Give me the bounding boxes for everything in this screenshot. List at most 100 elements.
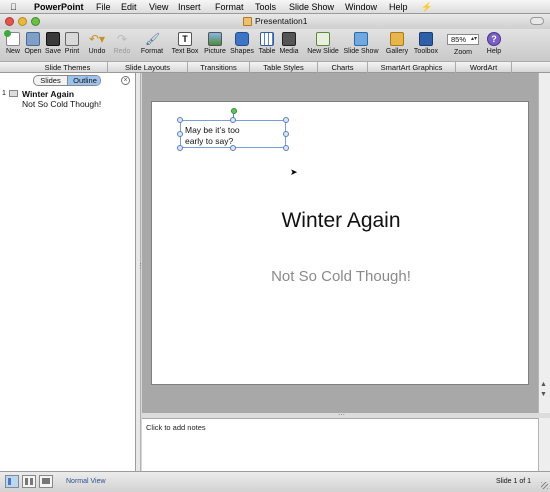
- menu-app-name[interactable]: PowerPoint: [34, 1, 84, 13]
- zoom-icon: ▴▾: [471, 36, 478, 42]
- undo-label: Undo: [88, 48, 106, 55]
- tab-slide-themes[interactable]: Slide Themes: [28, 62, 108, 73]
- zoom-control[interactable]: 85% ▴▾ Zoom: [447, 29, 479, 61]
- tab-slide-layouts[interactable]: Slide Layouts: [108, 62, 188, 73]
- redo-label: Redo: [113, 48, 131, 55]
- resize-handle-b[interactable]: [230, 145, 236, 151]
- standard-toolbar: New Open Save Print ↶▾ Undo ↷ Redo 🖌 For…: [0, 29, 550, 61]
- help-button[interactable]: ? Help: [483, 29, 505, 61]
- selected-text-box[interactable]: May be it’s too early to say?: [177, 108, 289, 151]
- tab-transitions[interactable]: Transitions: [188, 62, 250, 73]
- gallery-label: Gallery: [385, 48, 409, 55]
- tab-charts[interactable]: Charts: [318, 62, 368, 73]
- print-icon: [65, 32, 79, 46]
- slide-subtitle[interactable]: Not So Cold Though!: [152, 267, 530, 287]
- tab-slides[interactable]: Slides: [34, 76, 68, 85]
- redo-button[interactable]: ↷ Redo: [111, 29, 133, 61]
- status-bar: Normal View Slide 1 of 1: [0, 471, 550, 492]
- menu-view[interactable]: View: [149, 1, 168, 13]
- menu-format[interactable]: Format: [215, 1, 244, 13]
- outline-slide-subtitle[interactable]: Not So Cold Though!: [22, 99, 101, 109]
- save-button[interactable]: Save: [43, 29, 63, 61]
- resize-handle-bl[interactable]: [177, 145, 183, 151]
- picture-icon: [208, 32, 222, 46]
- menu-tools[interactable]: Tools: [255, 1, 276, 13]
- resize-handle-tr[interactable]: [283, 117, 289, 123]
- scroll-down-icon[interactable]: ▼: [540, 391, 547, 399]
- menu-bar:  PowerPoint File Edit View Insert Forma…: [0, 0, 550, 14]
- gallery-button[interactable]: Gallery: [384, 29, 410, 61]
- outline-slide-icon[interactable]: [9, 90, 18, 97]
- picture-button[interactable]: Picture: [202, 29, 228, 61]
- text-box-button[interactable]: T Text Box: [169, 29, 201, 61]
- resize-handle-br[interactable]: [283, 145, 289, 151]
- help-label: Help: [486, 48, 502, 55]
- close-window-button[interactable]: [5, 17, 14, 26]
- tab-wordart[interactable]: WordArt: [456, 62, 512, 73]
- help-icon: ?: [487, 32, 501, 46]
- outline-slide-number: 1: [2, 90, 6, 97]
- slide-show-view-button[interactable]: [39, 475, 53, 488]
- notes-pane[interactable]: Click to add notes: [142, 418, 538, 471]
- slide-sorter-button[interactable]: [22, 475, 36, 488]
- format-icon: 🖌: [145, 32, 161, 46]
- tab-outline[interactable]: Outline: [68, 76, 100, 85]
- media-button[interactable]: Media: [278, 29, 300, 61]
- new-button[interactable]: New: [2, 29, 24, 61]
- format-button[interactable]: 🖌 Format: [138, 29, 166, 61]
- minimize-window-button[interactable]: [18, 17, 27, 26]
- tab-table-styles[interactable]: Table Styles: [250, 62, 318, 73]
- resize-handle-tl[interactable]: [177, 117, 183, 123]
- script-menu-icon[interactable]: ⚡: [421, 1, 432, 13]
- vertical-scrollbar[interactable]: ▲ ▼: [538, 73, 550, 413]
- menu-help[interactable]: Help: [389, 1, 408, 13]
- resize-handle-l[interactable]: [177, 131, 183, 137]
- notes-scrollbar[interactable]: [538, 418, 550, 471]
- slide-counter: Slide 1 of 1: [496, 478, 532, 485]
- save-icon: [46, 32, 60, 46]
- view-name-label: Normal View: [66, 478, 106, 485]
- slide-show-button[interactable]: Slide Show: [342, 29, 380, 61]
- pane-splitter[interactable]: ⋮: [136, 73, 144, 471]
- normal-view-button[interactable]: [5, 475, 19, 488]
- menu-file[interactable]: File: [96, 1, 111, 13]
- toolbar-toggle-button[interactable]: [530, 17, 544, 25]
- mouse-cursor-icon: ➤: [290, 167, 298, 177]
- new-icon: [4, 30, 20, 46]
- menu-insert[interactable]: Insert: [178, 1, 201, 13]
- open-button[interactable]: Open: [23, 29, 43, 61]
- close-pane-icon[interactable]: ×: [121, 76, 130, 85]
- toolbox-button[interactable]: Toolbox: [411, 29, 441, 61]
- outline-slide-title[interactable]: Winter Again: [22, 89, 74, 99]
- open-icon: [26, 32, 40, 46]
- zoom-window-button[interactable]: [31, 17, 40, 26]
- undo-button[interactable]: ↶▾ Undo: [84, 29, 110, 61]
- shapes-button[interactable]: Shapes: [229, 29, 255, 61]
- new-slide-icon: [316, 32, 330, 46]
- menu-window[interactable]: Window: [345, 1, 377, 13]
- resize-handle-r[interactable]: [283, 131, 289, 137]
- toolbox-icon: [419, 32, 433, 46]
- rotate-handle[interactable]: [231, 108, 237, 114]
- print-button[interactable]: Print: [62, 29, 82, 61]
- tab-smartart-graphics[interactable]: SmartArt Graphics: [368, 62, 456, 73]
- format-label: Format: [140, 48, 164, 55]
- new-label: New: [5, 48, 20, 55]
- text-box-content[interactable]: May be it’s too early to say?: [185, 125, 255, 147]
- slide-title[interactable]: Winter Again: [152, 208, 530, 234]
- slide-canvas[interactable]: May be it’s too early to say? ➤ Winter A…: [151, 101, 529, 385]
- redo-icon: ↷: [116, 32, 128, 46]
- table-button[interactable]: Table: [256, 29, 278, 61]
- resize-grip-icon[interactable]: [541, 482, 548, 489]
- menu-slide-show[interactable]: Slide Show: [289, 1, 334, 13]
- slides-outline-pane: Slides Outline × 1 Winter Again Not So C…: [0, 73, 136, 471]
- new-slide-button[interactable]: New Slide: [305, 29, 341, 61]
- gallery-icon: [390, 32, 404, 46]
- scroll-up-icon[interactable]: ▲: [540, 381, 547, 389]
- pane-view-switch: Slides Outline: [33, 75, 101, 86]
- text-box-label: Text Box: [171, 48, 199, 55]
- new-slide-label: New Slide: [307, 48, 339, 55]
- menu-edit[interactable]: Edit: [121, 1, 137, 13]
- apple-icon[interactable]: : [10, 1, 17, 13]
- notes-placeholder[interactable]: Click to add notes: [146, 423, 206, 432]
